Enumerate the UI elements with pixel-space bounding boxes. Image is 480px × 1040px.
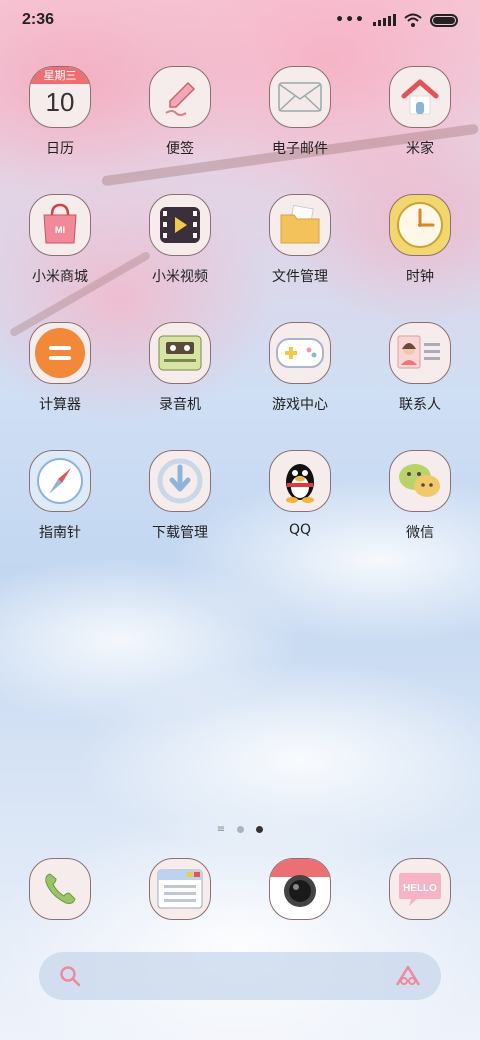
status-icons: ••• xyxy=(335,12,458,28)
app-qq[interactable]: QQ xyxy=(240,450,360,578)
app-recorder[interactable]: 录音机 xyxy=(120,322,240,450)
page-indicator[interactable]: ≡ xyxy=(0,824,480,835)
app-row: 指南针 下载管理 QQ 微信 xyxy=(0,450,480,578)
dock: HELLO xyxy=(0,858,480,920)
app-compass[interactable]: 指南针 xyxy=(0,450,120,578)
calendar-icon: 星期三 10 xyxy=(29,66,91,128)
app-label: 录音机 xyxy=(159,397,201,413)
status-time: 2:36 xyxy=(22,11,55,28)
email-icon xyxy=(269,66,331,128)
app-game-center[interactable]: 游戏中心 xyxy=(240,322,360,450)
app-label: 微信 xyxy=(406,525,434,541)
chat-bubbles-icon xyxy=(389,450,451,512)
dock-browser[interactable] xyxy=(120,858,240,920)
app-email[interactable]: 电子邮件 xyxy=(240,66,360,194)
app-label: 指南针 xyxy=(39,525,81,541)
clock-icon xyxy=(389,194,451,256)
app-row: 星期三 10 日历 便签 电子邮件 米家 xyxy=(0,66,480,194)
page-dot xyxy=(237,826,245,833)
search-icon xyxy=(60,966,81,987)
calendar-weekday: 星期三 xyxy=(30,67,90,84)
app-wechat[interactable]: 微信 xyxy=(360,450,480,578)
signal-icon xyxy=(373,14,396,26)
hello-bubble-icon: HELLO xyxy=(389,858,451,920)
phone-icon xyxy=(29,858,91,920)
app-label: 下载管理 xyxy=(152,525,208,541)
download-icon xyxy=(149,450,211,512)
battery-icon xyxy=(430,13,458,27)
dock-hello[interactable]: HELLO xyxy=(360,858,480,920)
app-label: 计算器 xyxy=(39,397,81,413)
search-bar[interactable] xyxy=(39,952,441,1000)
app-mi-video[interactable]: 小米视频 xyxy=(120,194,240,322)
penguin-icon xyxy=(269,450,331,512)
gamepad-icon xyxy=(269,322,331,384)
app-label: QQ xyxy=(288,522,312,538)
mi-badge: MI xyxy=(55,225,65,235)
app-label: 小米商城 xyxy=(32,269,88,285)
app-label: 日历 xyxy=(46,141,74,157)
battery-fill xyxy=(433,16,455,24)
contact-card-icon xyxy=(389,322,451,384)
dock-phone[interactable] xyxy=(0,858,120,920)
app-calculator[interactable]: 计算器 xyxy=(0,322,120,450)
dock-camera[interactable] xyxy=(240,858,360,920)
app-downloads[interactable]: 下载管理 xyxy=(120,450,240,578)
hello-text: HELLO xyxy=(403,883,437,894)
more-indicator: ••• xyxy=(335,12,365,28)
app-clock[interactable]: 时钟 xyxy=(360,194,480,322)
app-label: 游戏中心 xyxy=(272,397,328,413)
app-label: 联系人 xyxy=(399,397,441,413)
app-mi-store[interactable]: MI 小米商城 xyxy=(0,194,120,322)
assistant-icon[interactable] xyxy=(395,965,421,987)
app-label: 小米视频 xyxy=(152,269,208,285)
folder-icon xyxy=(269,194,331,256)
menu-icon: ≡ xyxy=(216,824,226,835)
video-player-icon xyxy=(149,194,211,256)
app-row: MI 小米商城 小米视频 文件管理 时钟 xyxy=(0,194,480,322)
app-notes[interactable]: 便签 xyxy=(120,66,240,194)
app-label: 文件管理 xyxy=(272,269,328,285)
wifi-icon xyxy=(404,13,422,27)
notes-icon xyxy=(149,66,211,128)
camera-icon xyxy=(269,858,331,920)
page-dot-active xyxy=(256,826,264,833)
app-label: 便签 xyxy=(166,141,194,157)
app-label: 电子邮件 xyxy=(272,141,328,157)
app-calendar[interactable]: 星期三 10 日历 xyxy=(0,66,120,194)
shopping-bag-icon: MI xyxy=(29,194,91,256)
compass-icon xyxy=(29,450,91,512)
status-bar: 2:36 ••• xyxy=(0,0,480,40)
app-grid: 星期三 10 日历 便签 电子邮件 米家 MI 小米商城 小米视频 文件管理 时… xyxy=(0,66,480,578)
app-label: 时钟 xyxy=(406,269,434,285)
home-icon xyxy=(389,66,451,128)
app-row: 计算器 录音机 游戏中心 联系人 xyxy=(0,322,480,450)
app-label: 米家 xyxy=(406,141,434,157)
app-contacts[interactable]: 联系人 xyxy=(360,322,480,450)
app-file-manager[interactable]: 文件管理 xyxy=(240,194,360,322)
browser-window-icon xyxy=(149,858,211,920)
cassette-recorder-icon xyxy=(149,322,211,384)
calculator-icon xyxy=(29,322,91,384)
calendar-day: 10 xyxy=(45,87,75,117)
app-mijia[interactable]: 米家 xyxy=(360,66,480,194)
